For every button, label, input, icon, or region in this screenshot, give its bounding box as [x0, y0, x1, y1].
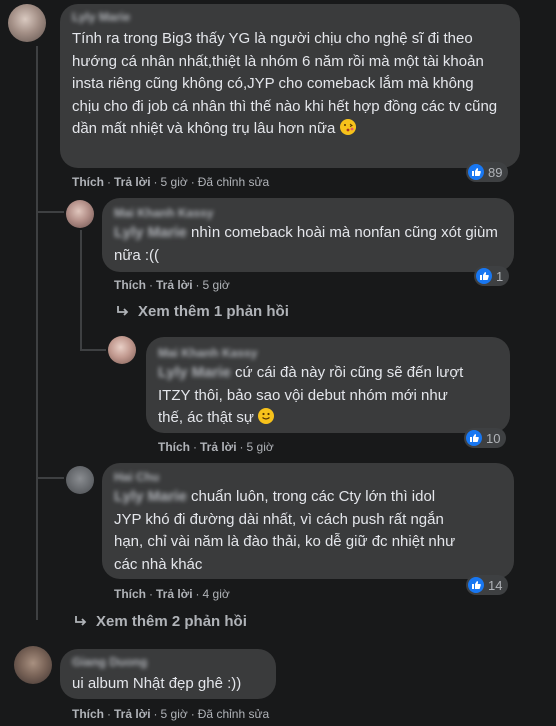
- view-more-replies-button[interactable]: Xem thêm 1 phản hồi: [116, 303, 289, 320]
- reply-arrow-icon: [117, 305, 129, 316]
- like-button[interactable]: Thích: [158, 440, 190, 454]
- reaction-count[interactable]: 1: [474, 266, 510, 286]
- comment-actions: Thích · Trả lời · 5 giờ · Đã chỉnh sửa: [72, 707, 270, 721]
- thread-line: [36, 46, 38, 620]
- like-reaction-icon: [466, 430, 482, 446]
- comment-text: Lyly Marie cứ cái đà này rồi cũng sẽ đến…: [158, 364, 464, 426]
- reply-button[interactable]: Trả lời: [156, 278, 193, 292]
- reply-button[interactable]: Trả lời: [200, 440, 237, 454]
- like-reaction-icon: [468, 164, 484, 180]
- reply-button[interactable]: Trả lời: [114, 175, 151, 189]
- timestamp[interactable]: 5 giờ: [203, 278, 230, 292]
- kissing-emoji-icon: [339, 119, 356, 135]
- comment-actions: Thích · Trả lời · 4 giờ: [114, 587, 230, 601]
- comment-text: ui album Nhật đẹp ghê :)): [72, 675, 242, 692]
- avatar[interactable]: [8, 4, 46, 42]
- mention-link[interactable]: Lyly Marie: [114, 224, 187, 241]
- like-reaction-icon: [476, 268, 492, 284]
- comment-actions: Thích · Trả lời · 5 giờ · Đã chỉnh sửa: [72, 175, 270, 189]
- reply-arrow-icon: [75, 615, 87, 626]
- smile-emoji-icon: [258, 408, 275, 424]
- avatar[interactable]: [108, 336, 136, 364]
- timestamp[interactable]: 5 giờ: [161, 707, 188, 721]
- comment-author[interactable]: Mai Khanh Kassy: [158, 346, 257, 360]
- comment-text: Lyly Marie chuẩn luôn, trong các Cty lớn…: [114, 488, 456, 573]
- thread-line: [80, 349, 106, 351]
- like-button[interactable]: Thích: [114, 278, 146, 292]
- reaction-count[interactable]: 10: [464, 428, 507, 448]
- reaction-count[interactable]: 89: [466, 162, 509, 182]
- like-button[interactable]: Thích: [72, 175, 104, 189]
- mention-link[interactable]: Lyly Marie: [114, 488, 187, 505]
- edited-label: Đã chỉnh sửa: [197, 707, 270, 721]
- thread-line: [36, 477, 64, 479]
- comment-author[interactable]: Mai Khanh Kassy: [114, 206, 213, 220]
- timestamp[interactable]: 5 giờ: [161, 175, 188, 189]
- comment-actions: Thích · Trả lời · 5 giờ: [114, 278, 230, 292]
- like-reaction-icon: [468, 577, 484, 593]
- comment-text: Tính ra trong Big3 thấy YG là người chịu…: [72, 30, 498, 137]
- comment-author[interactable]: Giang Duong: [72, 655, 147, 669]
- avatar[interactable]: [14, 646, 52, 684]
- thread-line: [36, 211, 64, 213]
- avatar[interactable]: [66, 200, 94, 228]
- timestamp[interactable]: 4 giờ: [203, 587, 230, 601]
- edited-label: Đã chỉnh sửa: [197, 175, 270, 189]
- like-button[interactable]: Thích: [114, 587, 146, 601]
- thread-line: [80, 230, 82, 350]
- comment-actions: Thích · Trả lời · 5 giờ: [158, 440, 274, 454]
- like-button[interactable]: Thích: [72, 707, 104, 721]
- comment-text: Lyly Marie nhìn comeback hoài mà nonfan …: [114, 224, 498, 264]
- mention-link[interactable]: Lyly Marie: [158, 364, 231, 381]
- view-more-replies-button[interactable]: Xem thêm 2 phản hồi: [74, 613, 247, 630]
- reply-button[interactable]: Trả lời: [156, 587, 193, 601]
- comment-author[interactable]: Hai Chu: [114, 470, 159, 484]
- reaction-count[interactable]: 14: [466, 575, 509, 595]
- timestamp[interactable]: 5 giờ: [247, 440, 274, 454]
- avatar[interactable]: [66, 466, 94, 494]
- reply-button[interactable]: Trả lời: [114, 707, 151, 721]
- comment-author[interactable]: Lyly Marie: [72, 10, 130, 24]
